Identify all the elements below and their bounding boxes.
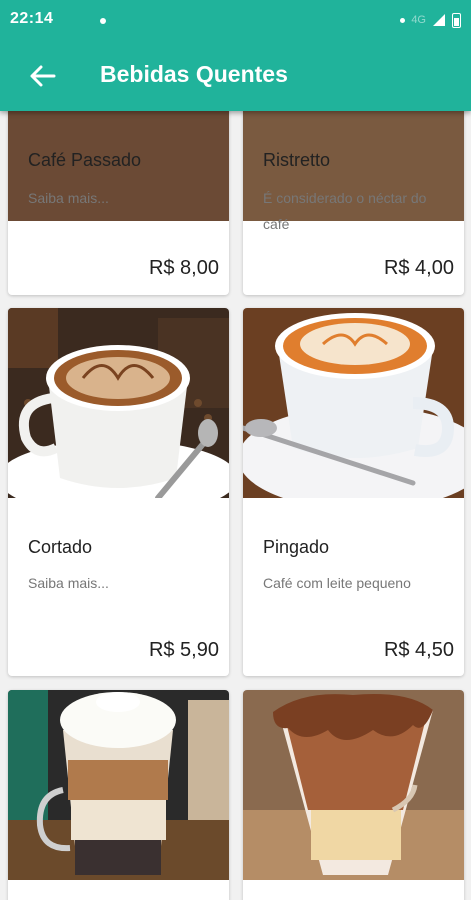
status-time: 22:14 [10,10,54,27]
product-card-pingado[interactable]: Pingado Café com leite pequeno R$ 4,50 [243,308,464,676]
product-description: Café com leite pequeno [263,575,411,591]
arrow-back-icon[interactable] [26,62,58,90]
product-image [8,690,229,880]
product-image [243,690,464,880]
product-description: Saiba mais... [28,190,109,206]
status-bar: 22:14 4G [0,0,471,40]
product-name: Pingado [263,537,330,557]
product-card-cortado[interactable]: Cortado Saiba mais... R$ 5,90 [8,308,229,676]
product-name: Cortado [28,537,93,557]
product-name: Café Passado [28,150,142,170]
product-grid: Café Passado Saiba mais... R$ 8,00 Ristr… [0,111,471,900]
notification-dot-icon [400,17,406,23]
battery-icon [452,12,461,28]
product-description: Saiba mais... [28,575,109,591]
page-title: Bebidas Quentes [100,61,288,87]
product-image [8,308,229,498]
product-card-ristretto[interactable]: Ristretto É considerado o néctar do café… [243,111,464,295]
product-price: R$ 5,90 [148,639,219,661]
product-card-cafe-passado[interactable]: Café Passado Saiba mais... R$ 8,00 [8,111,229,295]
product-price: R$ 4,50 [383,639,454,661]
product-name: Ristretto [263,150,331,170]
notification-dot-icon [100,18,106,24]
product-price: R$ 4,00 [383,257,454,279]
network-type: 4G [411,14,426,26]
product-card[interactable] [8,690,229,900]
product-price: R$ 8,00 [148,257,219,279]
app-bar: 22:14 4G Bebidas Quentes [0,0,471,111]
toolbar: Bebidas Quentes [0,40,471,111]
product-image [243,308,464,498]
signal-icon [433,14,445,26]
status-icons: 4G [400,10,461,30]
product-card[interactable] [243,690,464,900]
product-description: É considerado o néctar do café [263,190,427,232]
